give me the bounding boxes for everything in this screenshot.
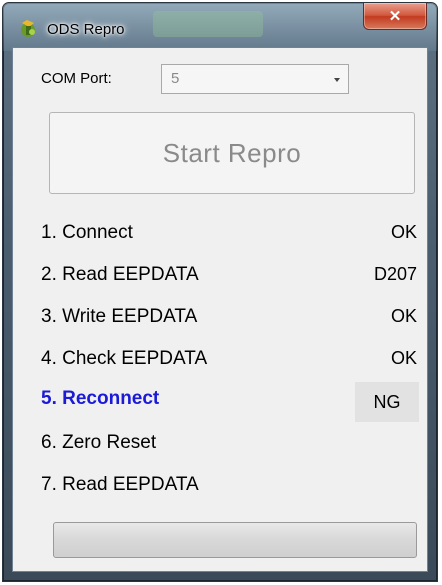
close-icon: ✕: [388, 8, 402, 25]
app-icon: [17, 17, 39, 39]
step-label: 6. Zero Reset: [41, 432, 157, 453]
progress-bar: [53, 522, 417, 558]
step-row: 1. Connect OK: [41, 216, 417, 250]
app-window: ODS Repro ✕ COM Port: 5 Start Repro 1. C…: [2, 2, 438, 582]
step-result: D207: [373, 264, 417, 284]
close-button[interactable]: ✕: [363, 3, 427, 30]
step-label: 3. Write EEPDATA: [41, 306, 198, 327]
client-area: COM Port: 5 Start Repro 1. Connect OK 2. R…: [12, 47, 428, 572]
step-label: 2. Read EEPDATA: [41, 264, 199, 285]
step-row: 3. Write EEPDATA OK: [41, 300, 417, 334]
com-port-select[interactable]: 5: [161, 64, 349, 94]
step-label: 5. Reconnect: [41, 388, 160, 409]
window-title: ODS Repro: [47, 21, 125, 38]
start-repro-button[interactable]: Start Repro: [49, 112, 415, 194]
step-result: OK: [390, 306, 417, 326]
chevron-down-icon: [334, 78, 340, 82]
step-row: 2. Read EEPDATA D207: [41, 258, 417, 292]
step-label: 4. Check EEPDATA: [41, 348, 208, 369]
step-result-ng: NG: [355, 382, 419, 422]
step-result: OK: [390, 348, 417, 368]
step-label: 7. Read EEPDATA: [41, 474, 199, 495]
step-row: 5. Reconnect NG: [41, 382, 419, 422]
step-row: 6. Zero Reset: [41, 426, 417, 460]
step-row: 4. Check EEPDATA OK: [41, 342, 417, 376]
com-port-label: COM Port:: [41, 70, 112, 87]
step-label: 1. Connect: [41, 222, 133, 243]
title-bar[interactable]: ODS Repro ✕: [3, 3, 437, 47]
com-port-value: 5: [171, 70, 180, 87]
step-row: 7. Read EEPDATA: [41, 468, 417, 502]
step-result: OK: [390, 222, 417, 242]
